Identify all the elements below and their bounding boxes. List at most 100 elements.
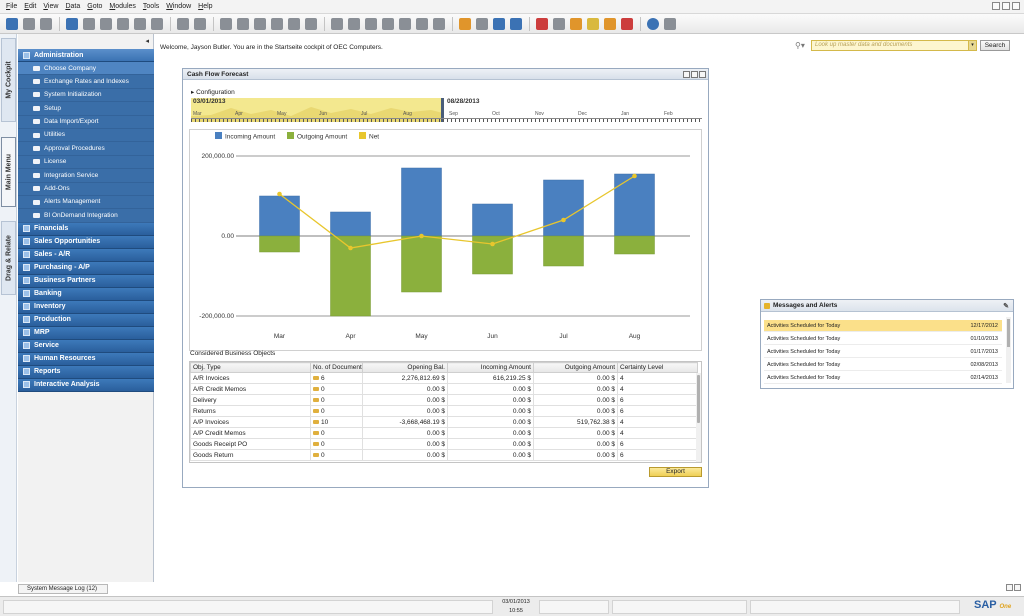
message-row[interactable]: Activities Scheduled for Today 02/08/2013 (764, 359, 1002, 371)
module-item[interactable]: MRP (18, 326, 154, 340)
menu-item[interactable]: Edit (24, 3, 36, 10)
admin-item[interactable]: Setup (18, 102, 154, 116)
find-icon[interactable] (177, 17, 189, 30)
column-header[interactable]: No. of Document (310, 362, 363, 373)
menu-item[interactable]: Data (65, 3, 80, 10)
support-icon[interactable] (664, 17, 676, 30)
restore-button[interactable] (1002, 2, 1010, 10)
filter-icon[interactable] (288, 17, 300, 30)
close-button[interactable] (699, 71, 706, 78)
column-header[interactable]: Incoming Amount (447, 362, 534, 373)
query-icon[interactable] (493, 17, 505, 30)
link-arrow-icon[interactable] (313, 397, 319, 402)
menu-item[interactable]: Window (166, 3, 191, 10)
open-icon[interactable] (6, 17, 18, 30)
admin-item[interactable]: Choose Company (18, 62, 154, 76)
table-row[interactable]: Goods Return 0 0.00 $0.00 $0.00 $6 (190, 449, 698, 461)
table-cell[interactable]: 6 (310, 372, 363, 384)
admin-item[interactable]: Exchange Rates and Indexes (18, 75, 154, 89)
help-icon[interactable] (647, 17, 659, 30)
module-item[interactable]: Banking (18, 287, 154, 301)
message-row[interactable]: Activities Scheduled for Today 01/10/2013 (764, 333, 1002, 345)
maximize-button[interactable] (691, 71, 698, 78)
table-cell[interactable]: 0 (310, 383, 363, 395)
configuration-toggle[interactable]: ▸ Configuration (191, 88, 235, 96)
column-header[interactable]: Opening Bal. (362, 362, 448, 373)
admin-item[interactable]: Data Import/Export (18, 115, 154, 129)
table-row[interactable]: A/R Invoices 6 2,276,812.69 $616,219.25 $0… (190, 372, 698, 384)
menu-item[interactable]: View (43, 3, 58, 10)
chevron-down-icon[interactable]: ▾ (969, 40, 977, 51)
target-document-icon[interactable] (348, 17, 360, 30)
message-row[interactable]: Activities Scheduled for Today 01/17/2013 (764, 346, 1002, 358)
alerts-icon[interactable] (587, 17, 599, 30)
exit-icon[interactable] (621, 17, 633, 30)
module-item[interactable]: Production (18, 313, 154, 327)
print-icon[interactable] (23, 17, 35, 30)
table-row[interactable]: A/R Credit Memos 0 0.00 $0.00 $0.00 $4 (190, 383, 698, 395)
table-cell[interactable]: 0 (310, 405, 363, 417)
form-settings-icon[interactable] (476, 17, 488, 30)
table-row[interactable]: A/P Credit Memos 0 0.00 $0.00 $0.00 $4 (190, 427, 698, 439)
system-message-log[interactable]: System Message Log (12) (18, 584, 108, 594)
first-record-icon[interactable] (220, 17, 232, 30)
admin-item[interactable]: Integration Service (18, 169, 154, 183)
menu-item[interactable]: Goto (87, 3, 102, 10)
restore-button[interactable] (1006, 584, 1013, 591)
transaction-icon[interactable] (382, 17, 394, 30)
base-document-icon[interactable] (331, 17, 343, 30)
print-preview-icon[interactable] (40, 17, 52, 30)
minimize-button[interactable] (992, 2, 1000, 10)
admin-item[interactable]: Alerts Management (18, 195, 154, 210)
table-cell[interactable]: 0 (310, 394, 363, 406)
table-cell[interactable]: 0 (310, 449, 363, 461)
timeline-slider[interactable]: 03/01/2013 08/28/2013 Mar Apr May Jun Jul Aug… (191, 98, 702, 122)
module-item[interactable]: Inventory (18, 300, 154, 314)
export-excel-icon[interactable] (117, 17, 129, 30)
scroll-thumb[interactable] (697, 375, 700, 423)
table-row[interactable]: Goods Receipt PO 0 0.00 $0.00 $0.00 $6 (190, 438, 698, 450)
link-arrow-icon[interactable] (313, 375, 319, 380)
add-icon[interactable] (194, 17, 206, 30)
admin-item[interactable]: Approval Procedures (18, 142, 154, 156)
module-item[interactable]: Sales Opportunities (18, 235, 154, 249)
fax-icon[interactable] (100, 17, 112, 30)
message-row[interactable]: Activities Scheduled for Today 02/14/2013 (764, 372, 1002, 384)
module-item[interactable]: Financials (18, 222, 154, 236)
close-button[interactable] (1014, 584, 1021, 591)
close-button[interactable] (1012, 2, 1020, 10)
journal-icon[interactable] (365, 17, 377, 30)
module-item[interactable]: Purchasing - A/P (18, 261, 154, 275)
admin-item[interactable]: License (18, 155, 154, 170)
search-input[interactable]: Look up master data and documents (811, 40, 969, 51)
table-row[interactable]: Returns 0 0.00 $0.00 $0.00 $6 (190, 405, 698, 417)
email-icon[interactable] (66, 17, 78, 30)
messages-scrollbar[interactable] (1006, 317, 1011, 383)
next-record-icon[interactable] (254, 17, 266, 30)
module-item[interactable]: Reports (18, 365, 154, 379)
previous-record-icon[interactable] (237, 17, 249, 30)
sms-icon[interactable] (83, 17, 95, 30)
menu-item[interactable]: File (6, 3, 17, 10)
export-button[interactable]: Export (649, 467, 702, 477)
payment-icon[interactable] (399, 17, 411, 30)
calendar-icon[interactable] (553, 17, 565, 30)
admin-item[interactable]: Add-Ons (18, 182, 154, 196)
menu-item[interactable]: Tools (143, 3, 159, 10)
gross-profit-icon[interactable] (416, 17, 428, 30)
admin-item[interactable]: System Initialization (18, 88, 154, 103)
admin-item[interactable]: BI OnDemand Integration (18, 209, 154, 223)
module-administration[interactable]: Administration (18, 49, 154, 62)
link-arrow-icon[interactable] (313, 386, 319, 391)
link-arrow-icon[interactable] (313, 430, 319, 435)
menu-item[interactable]: Help (198, 3, 212, 10)
column-header[interactable]: Certainty Level (617, 362, 698, 373)
message-row[interactable]: Activities Scheduled for Today 12/17/2012 (764, 320, 1002, 332)
edit-form-icon[interactable] (459, 17, 471, 30)
module-item[interactable]: Sales - A/R (18, 248, 154, 262)
column-header[interactable]: Obj. Type (190, 362, 311, 373)
preview-icon[interactable] (510, 17, 522, 30)
search-icon[interactable]: ⚲▾ (795, 40, 811, 51)
calculator-icon[interactable] (536, 17, 548, 30)
tab-my-cockpit[interactable]: My Cockpit (1, 38, 16, 122)
